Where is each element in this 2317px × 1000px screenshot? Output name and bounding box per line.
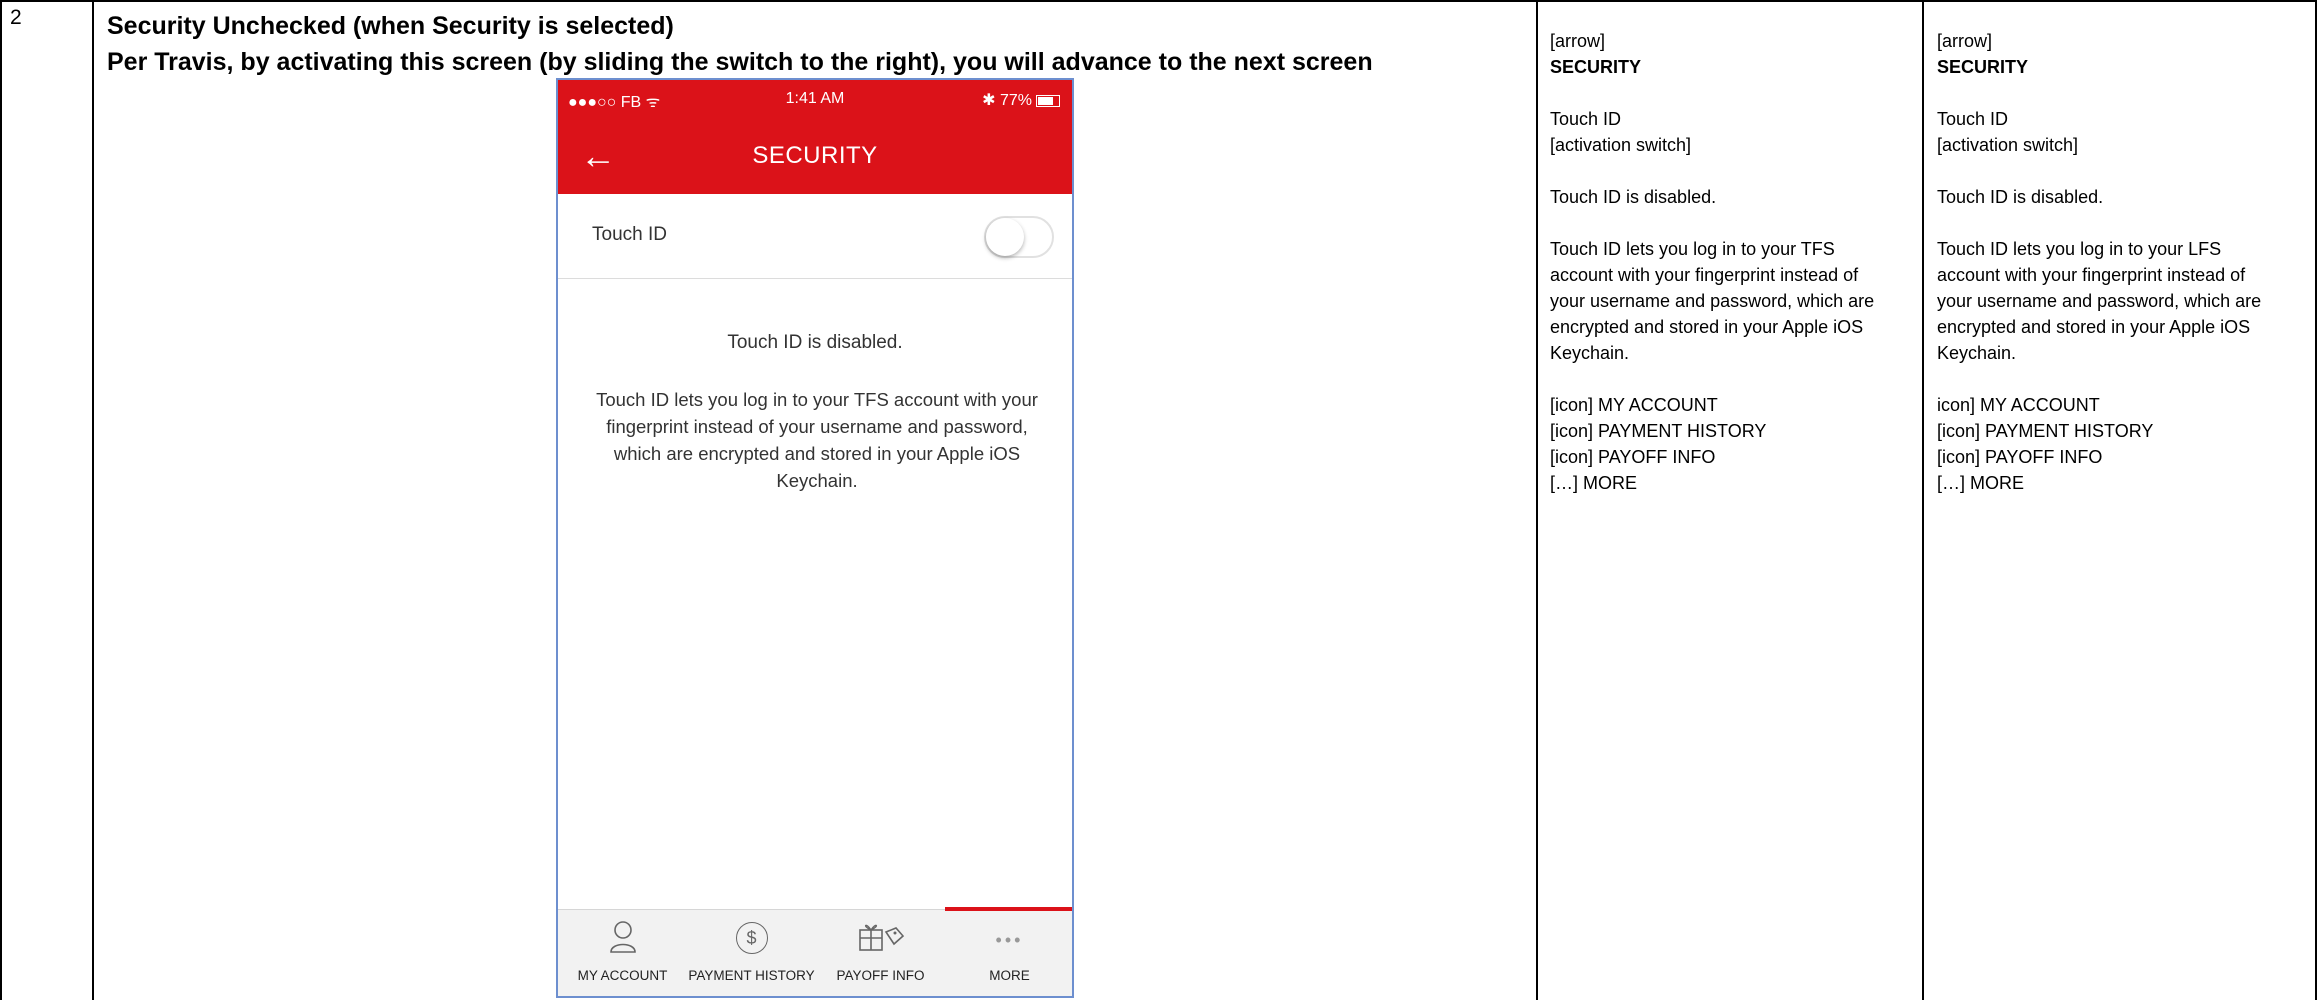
table-top-border: [0, 0, 2317, 2]
touch-id-row: Touch ID: [558, 194, 1072, 279]
note-arrow: [arrow]: [1550, 31, 1606, 51]
note-nav-item: [icon] PAYMENT HISTORY: [1937, 421, 2154, 441]
dollar-circle-icon: $: [687, 920, 816, 954]
column-divider-3: [1922, 0, 1924, 1000]
touch-id-description: Touch ID lets you log in to your TFS acc…: [596, 389, 1038, 491]
note-body-line: Touch ID lets you log in to your TFS: [1550, 239, 1835, 259]
note-nav-item: [icon] PAYMENT HISTORY: [1550, 421, 1767, 441]
screen-title: SECURITY: [752, 142, 878, 169]
battery-text: ✱ 77%: [982, 92, 1032, 109]
note-body-line: Keychain.: [1937, 343, 2017, 363]
note-body-line: Keychain.: [1550, 343, 1630, 363]
tab-payment-history[interactable]: $ PAYMENT HISTORY: [687, 910, 816, 996]
tab-payoff-info[interactable]: PAYOFF INFO: [816, 910, 945, 996]
touch-id-disabled-text: Touch ID is disabled.: [727, 332, 903, 353]
column-divider-1: [92, 0, 94, 1000]
note-switch: [activation switch]: [1550, 135, 1692, 155]
tab-label: PAYMENT HISTORY: [688, 968, 815, 983]
note-body-line: account with your fingerprint instead of: [1937, 265, 2246, 285]
row-heading: Security Unchecked (when Security is sel…: [107, 8, 1373, 80]
switch-knob: [986, 218, 1024, 256]
note-disabled: Touch ID is disabled.: [1937, 187, 2104, 207]
note-disabled: Touch ID is disabled.: [1550, 187, 1717, 207]
battery-icon: [1036, 94, 1060, 107]
more-dots-icon: •••: [995, 930, 1024, 950]
note-touch-id: Touch ID: [1550, 109, 1622, 129]
note-nav-item: [icon] PAYOFF INFO: [1937, 447, 2103, 467]
note-body-line: account with your fingerprint instead of: [1550, 265, 1859, 285]
note-body-line: your username and password, which are: [1550, 291, 1875, 311]
document-table: 2 Security Unchecked (when Security is s…: [0, 0, 2317, 1000]
status-bar: ●●●○○ FB ᯤ 1:41 AM ✱ 77%: [558, 86, 1072, 112]
tab-label: MY ACCOUNT: [577, 968, 668, 983]
gift-tag-icon: [816, 920, 945, 954]
note-body-line: encrypted and stored in your Apple iOS: [1550, 317, 1864, 337]
notes-column-1: [arrow] SECURITY Touch ID [activation sw…: [1550, 28, 1874, 522]
row-number: 2: [10, 6, 22, 29]
note-nav-item: […] MORE: [1937, 473, 2025, 493]
heading-line-2: Per Travis, by activating this screen (b…: [107, 48, 1373, 76]
note-nav-item: [icon] PAYOFF INFO: [1550, 447, 1716, 467]
note-nav-item: icon] MY ACCOUNT: [1937, 395, 2100, 415]
note-title: SECURITY: [1550, 57, 1642, 77]
tab-my-account[interactable]: MY ACCOUNT: [558, 910, 687, 996]
note-body-line: your username and password, which are: [1937, 291, 2262, 311]
battery-status: ✱ 77%: [982, 90, 1060, 110]
note-switch: [activation switch]: [1937, 135, 2079, 155]
bottom-tab-bar: MY ACCOUNT $ PAYMENT HISTORY PAYOFF INFO…: [558, 907, 1072, 996]
person-icon: [558, 920, 687, 954]
note-title: SECURITY: [1937, 57, 2029, 77]
tab-more[interactable]: ••• MORE: [945, 907, 1072, 996]
touch-id-switch[interactable]: [984, 216, 1054, 258]
note-body-line: Touch ID lets you log in to your LFS: [1937, 239, 2222, 259]
heading-line-1: Security Unchecked (when Security is sel…: [107, 12, 674, 40]
note-body-line: encrypted and stored in your Apple iOS: [1937, 317, 2251, 337]
app-header: ●●●○○ FB ᯤ 1:41 AM ✱ 77% ← SECURITY: [558, 80, 1072, 194]
touch-id-label: Touch ID: [592, 224, 667, 245]
tab-label: MORE: [989, 968, 1030, 983]
note-arrow: [arrow]: [1937, 31, 1993, 51]
tab-label: PAYOFF INFO: [836, 968, 925, 983]
column-divider-2: [1536, 0, 1538, 1000]
table-border-left: [0, 0, 2, 1000]
note-nav-item: [icon] MY ACCOUNT: [1550, 395, 1718, 415]
note-touch-id: Touch ID: [1937, 109, 2009, 129]
note-nav-item: […] MORE: [1550, 473, 1638, 493]
notes-column-2: [arrow] SECURITY Touch ID [activation sw…: [1937, 28, 2261, 522]
phone-screenshot: ●●●○○ FB ᯤ 1:41 AM ✱ 77% ← SECURITY Touc…: [556, 78, 1074, 998]
